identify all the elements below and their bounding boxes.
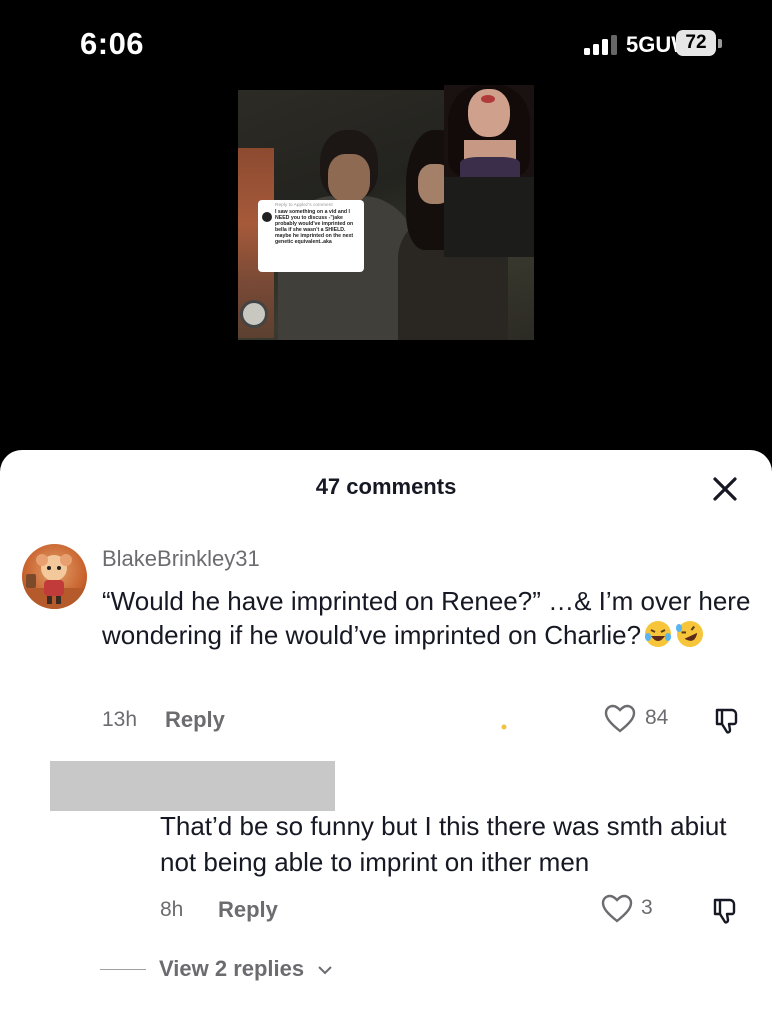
laughing-emoji — [645, 621, 672, 647]
avatar[interactable] — [22, 544, 87, 609]
pip-shadow — [444, 177, 534, 257]
reply-text: That’d be so funny but I this there was … — [160, 811, 727, 877]
comment-username[interactable]: BlakeBrinkley31 — [102, 546, 260, 572]
reply-like-button[interactable]: 3 — [601, 894, 653, 929]
truck-wheel — [240, 300, 268, 328]
comments-count-title: 47 comments — [315, 474, 457, 499]
reply-time: 8h — [160, 898, 184, 921]
reply-card-header: Reply to Applez's comment — [275, 203, 333, 208]
view-replies-label: View 2 replies — [159, 956, 305, 981]
reply-card-body: I saw something on a vid and I NEED you … — [275, 209, 354, 245]
like-button[interactable]: 84 — [604, 704, 668, 739]
signal-icon — [584, 35, 617, 55]
pip-mouth — [481, 95, 495, 103]
reply-button[interactable]: Reply — [165, 707, 225, 733]
pip-top — [460, 157, 520, 177]
status-time: 6:06 — [80, 26, 145, 61]
video-player[interactable]: Reply to Applez's comment I saw somethin… — [0, 85, 772, 470]
comments-sheet: 47 comments BlakeBrinkley31 “Would he ha… — [0, 450, 772, 1010]
sparkle-icon — [501, 724, 507, 730]
reply-like-count: 3 — [641, 896, 653, 919]
reply-to-reply-button[interactable]: Reply — [218, 897, 278, 923]
reply-comment-card: Reply to Applez's comment I saw somethin… — [258, 200, 364, 272]
battery-tip — [718, 39, 722, 48]
dislike-icon[interactable] — [712, 706, 742, 736]
status-bar: 6:06 5GUW 72 — [0, 0, 772, 90]
view-replies-line — [100, 969, 146, 970]
heart-icon — [601, 894, 633, 923]
comment-text: “Would he have imprinted on Renee?” …& I… — [102, 584, 762, 652]
person-left-face — [328, 154, 370, 202]
close-icon[interactable] — [708, 472, 742, 506]
rofl-emoji — [676, 621, 704, 647]
like-count: 84 — [645, 706, 669, 729]
battery-level: 72 — [676, 30, 716, 56]
reply-card-avatar — [262, 212, 272, 222]
chevron-down-icon — [318, 966, 332, 975]
battery-icon: 72 — [676, 30, 724, 56]
comment-time: 13h — [102, 708, 138, 731]
dislike-icon[interactable] — [710, 896, 740, 926]
redacted-reply-author — [50, 761, 335, 811]
avatar-character-icon — [22, 554, 87, 609]
pip-video — [444, 85, 534, 177]
heart-icon — [604, 704, 636, 733]
